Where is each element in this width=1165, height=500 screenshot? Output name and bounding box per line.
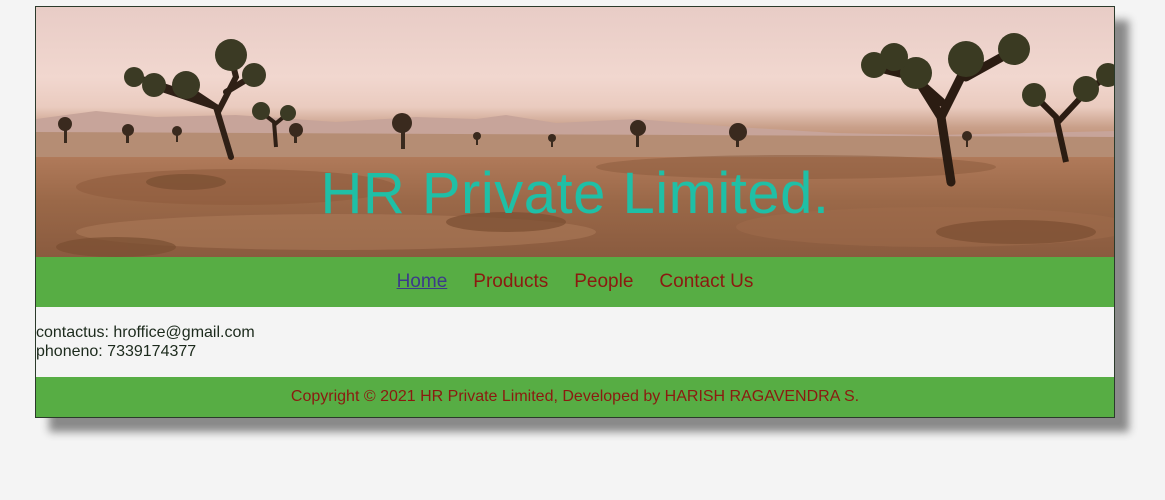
- contact-email: contactus: hroffice@gmail.com: [36, 324, 255, 341]
- page-title: HR Private Limited.: [320, 161, 830, 226]
- nav-item-people[interactable]: People: [574, 271, 633, 293]
- contact-phone: phoneno: 7339174377: [36, 343, 197, 360]
- main-nav: Home Products People Contact Us: [36, 257, 1114, 307]
- page-container: HR Private Limited. Home Products People…: [35, 6, 1115, 418]
- nav-item-home[interactable]: Home: [397, 271, 448, 293]
- header-banner: HR Private Limited.: [36, 7, 1114, 257]
- footer: Copyright © 2021 HR Private Limited, Dev…: [36, 377, 1114, 417]
- nav-item-contact-us[interactable]: Contact Us: [659, 271, 753, 293]
- nav-item-products[interactable]: Products: [473, 271, 548, 293]
- copyright-text: Copyright © 2021 HR Private Limited, Dev…: [290, 388, 860, 405]
- contact-section: contactus: hroffice@gmail.com phoneno: 7…: [36, 307, 1114, 377]
